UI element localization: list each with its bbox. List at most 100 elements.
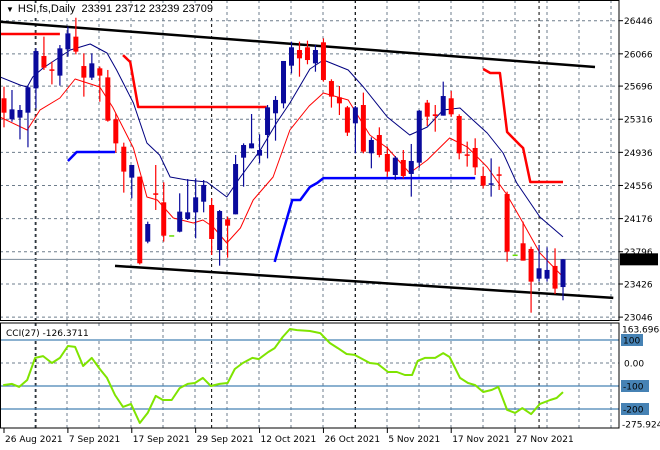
- price-axis-label: 26446: [624, 17, 653, 27]
- candle-body: [392, 157, 398, 176]
- price-axis-label: 26066: [624, 50, 653, 60]
- stop-line-lower: [67, 150, 115, 162]
- candle-body: [432, 114, 438, 116]
- candle-body: [296, 49, 302, 59]
- candle-body: [408, 160, 414, 174]
- candle-body: [480, 175, 486, 186]
- candle-body: [424, 102, 430, 117]
- cci-max-label: 163.6968: [622, 325, 660, 335]
- candle-body: [201, 184, 207, 202]
- candle-body: [185, 212, 191, 219]
- candle-body: [312, 49, 318, 64]
- candle-body: [57, 48, 63, 76]
- candle-body: [9, 109, 15, 120]
- date-axis-label: 17 Sep 2021: [133, 435, 190, 445]
- candle-body: [129, 164, 135, 178]
- candle-body: [472, 147, 478, 168]
- candle-body: [73, 36, 79, 52]
- candle-body: [209, 205, 215, 240]
- candle-body: [25, 87, 31, 113]
- candle-body: [217, 211, 223, 250]
- candle-body: [416, 110, 422, 163]
- candle-body: [520, 243, 526, 261]
- candle-body: [193, 197, 199, 213]
- triangle-down-icon[interactable]: ▼: [6, 5, 14, 14]
- candle-body: [336, 97, 342, 104]
- candle-body: [552, 265, 558, 289]
- candle-body: [320, 42, 326, 80]
- candle-body: [352, 107, 358, 124]
- candle-body: [121, 146, 127, 172]
- candle-body: [448, 98, 454, 115]
- candle-body: [249, 143, 255, 149]
- candle-body: [304, 47, 310, 61]
- price-axis-label: 23426: [624, 280, 653, 290]
- candle-body: [145, 224, 151, 242]
- candle-body: [528, 248, 534, 282]
- candle-body: [376, 134, 382, 155]
- cci-level-label: -200: [623, 406, 644, 416]
- cci-level-label: 100: [623, 337, 640, 347]
- candle-body: [65, 33, 71, 50]
- price-axis-label: 24176: [624, 215, 653, 225]
- candle-body: [440, 96, 446, 116]
- candle-body: [344, 107, 350, 133]
- stop-line-lower: [273, 176, 476, 263]
- candle-body: [33, 51, 39, 89]
- ohlc-readout: 23391 23712 23239 23709: [81, 3, 214, 15]
- moving-average-fast: [0, 78, 564, 278]
- candle-body: [368, 139, 374, 154]
- price-axis-label: 25316: [624, 116, 653, 126]
- candle-body: [233, 164, 239, 215]
- candle-body: [17, 109, 23, 118]
- candle-body: [1, 98, 7, 113]
- candle-body: [504, 194, 510, 252]
- candle-body: [288, 47, 294, 66]
- date-axis-label: 5 Nov 2021: [388, 435, 440, 445]
- candle-body: [257, 149, 263, 156]
- candle-body: [400, 160, 406, 176]
- date-axis-label: 26 Aug 2021: [5, 435, 63, 445]
- candle-body: [241, 145, 247, 158]
- candle-body: [536, 268, 542, 279]
- date-axis-label: 7 Sep 2021: [69, 435, 120, 445]
- price-axis-label: 23046: [624, 314, 653, 324]
- candle-body: [161, 202, 167, 236]
- candle-body: [105, 77, 111, 121]
- price-axis-label: 25696: [624, 83, 653, 93]
- candle-body: [281, 60, 287, 104]
- date-axis-label: 27 Nov 2021: [516, 435, 574, 445]
- candle-body: [177, 211, 183, 232]
- cci-axis-label: 0.00: [624, 360, 644, 370]
- chart-canvas[interactable]: 2644626066256962531624936245562417623796…: [0, 0, 660, 450]
- candle-body: [265, 107, 271, 135]
- date-axis-label: 12 Oct 2021: [261, 435, 317, 445]
- date-axis-label: 26 Oct 2021: [324, 435, 380, 445]
- price-axis-label: 24936: [624, 149, 653, 159]
- candle-body: [41, 56, 47, 68]
- date-axis-label: 29 Sep 2021: [197, 435, 254, 445]
- price-axis-label: 24556: [624, 182, 653, 192]
- cci-indicator-label: CCI(27) -126.3711: [6, 329, 89, 339]
- candle-body: [113, 119, 119, 144]
- candle-body: [49, 69, 55, 71]
- candle-body: [464, 154, 470, 156]
- cci-min-label: -275.924: [622, 420, 660, 430]
- candle-body: [496, 174, 502, 176]
- candle-body: [97, 68, 103, 76]
- candle-body: [456, 115, 462, 154]
- candle-body: [81, 66, 87, 78]
- candle-body: [153, 193, 159, 195]
- candle-body: [384, 154, 390, 172]
- cci-level-label: -100: [623, 383, 644, 393]
- candle-body: [560, 259, 566, 288]
- chart-header: ▼ HSI,fs,Daily 23391 23712 23239 23709: [4, 3, 216, 15]
- candle-body: [544, 269, 550, 279]
- date-axis-label: 17 Nov 2021: [452, 435, 510, 445]
- candle-body: [225, 219, 231, 226]
- candle-body: [360, 105, 366, 152]
- candle-body: [89, 63, 95, 78]
- candle-body: [488, 183, 494, 185]
- candle-body: [273, 99, 279, 114]
- current-price-label: 23709: [623, 256, 652, 266]
